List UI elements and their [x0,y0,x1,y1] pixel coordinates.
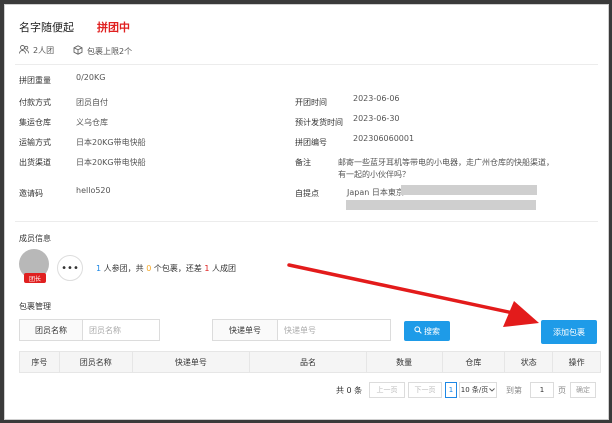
col-header: 数量 [367,352,443,372]
open-time-label: 开团时间 [295,98,327,107]
col-header: 仓库 [443,352,506,372]
members-meta: 2人团 [19,45,54,56]
package-count: 0 [146,264,152,273]
col-header: 团员名称 [60,352,133,372]
more-members-button[interactable]: ••• [57,255,83,281]
goto-page-input[interactable]: 1 [530,382,554,398]
col-header: 序号 [20,352,60,372]
total-count: 共 0 条 [336,386,363,395]
packages-table-header: 序号 团员名称 快递单号 品名 数量 仓库 状态 操作 [19,351,601,373]
col-header: 快递单号 [133,352,251,372]
package-meta: 包裹上限2个 [73,45,132,57]
summary-text: 人成团 [212,264,237,273]
group-status: 拼团中 [97,21,130,34]
next-page-button[interactable]: 下一页 [408,382,442,398]
group-title: 名字随便起 [19,21,74,34]
member-name-label: 团员名称 [19,319,83,341]
weight-value: 0/20KG [76,73,106,82]
members-meta-text: 2人团 [33,46,55,55]
weight-label: 拼团重量 [19,76,51,85]
missing-count: 1 [204,264,210,273]
ship-time-label: 预计发货时间 [295,118,343,127]
members-section-title: 成员信息 [19,234,51,243]
group-no-value: 202306060001 [353,134,415,143]
tracking-label: 快递单号 [212,319,278,341]
warehouse-value: 义乌仓库 [76,118,108,127]
prev-page-button[interactable]: 上一页 [369,382,405,398]
payment-label: 付款方式 [19,98,51,107]
search-icon [414,326,422,336]
summary-text: 人参团，共 [103,264,144,273]
tracking-input[interactable]: 快递单号 [277,319,391,341]
col-header: 品名 [250,352,367,372]
summary-text: 个包裹，还差 [153,264,202,273]
add-package-button[interactable]: 添加包裹 [541,320,597,344]
captain-badge: 团长 [24,273,46,283]
page-size-select[interactable]: 10 条/页 [459,382,497,398]
page-unit: 页 [558,386,566,395]
redacted-address-line2 [346,200,536,210]
invite-label: 邀请码 [19,189,43,198]
current-page[interactable]: 1 [445,382,457,398]
invite-value: hello520 [76,186,111,195]
goto-confirm-button[interactable]: 确定 [570,382,596,398]
divider [15,221,598,222]
open-time-value: 2023-06-06 [353,94,400,103]
group-detail-panel: 名字随便起 拼团中 2人团 包裹上限2个 拼团重量 0/20KG 付款方式 团员… [4,4,609,420]
box-icon [73,45,83,57]
users-icon [19,45,29,56]
members-summary: 1 人参团，共 0 个包裹，还差 1 人成团 [96,263,236,274]
goto-label: 到第 [506,386,522,395]
pickup-label: 自提点 [295,189,319,198]
search-button[interactable]: 搜索 [404,321,450,341]
page-size-value: 10 条/页 [460,386,489,394]
package-meta-text: 包裹上限2个 [87,46,133,56]
channel-value: 日本20KG带电快船 [76,158,146,167]
search-button-label: 搜索 [424,326,440,336]
col-header: 状态 [505,352,554,372]
col-header: 操作 [568,357,585,367]
remark-label: 备注 [295,158,311,167]
redacted-address [401,185,537,195]
pickup-value: Japan 日本東京 [347,188,404,197]
payment-value: 团员自付 [76,98,108,107]
transport-value: 日本20KG带电快船 [76,138,146,147]
chevron-down-icon [489,386,496,394]
divider [15,64,598,65]
joined-count: 1 [96,264,102,273]
group-no-label: 拼团编号 [295,138,327,147]
remark-value: 邮寄一些蓝牙耳机等带电的小电器，走广州仓库的快船渠道，有一起的小伙伴吗？ [338,158,554,179]
channel-label: 出货渠道 [19,158,51,167]
warehouse-label: 集运仓库 [19,118,51,127]
transport-label: 运输方式 [19,138,51,147]
ship-time-value: 2023-06-30 [353,114,400,123]
packages-section-title: 包裹管理 [19,302,51,311]
member-name-input[interactable]: 团员名称 [82,319,160,341]
